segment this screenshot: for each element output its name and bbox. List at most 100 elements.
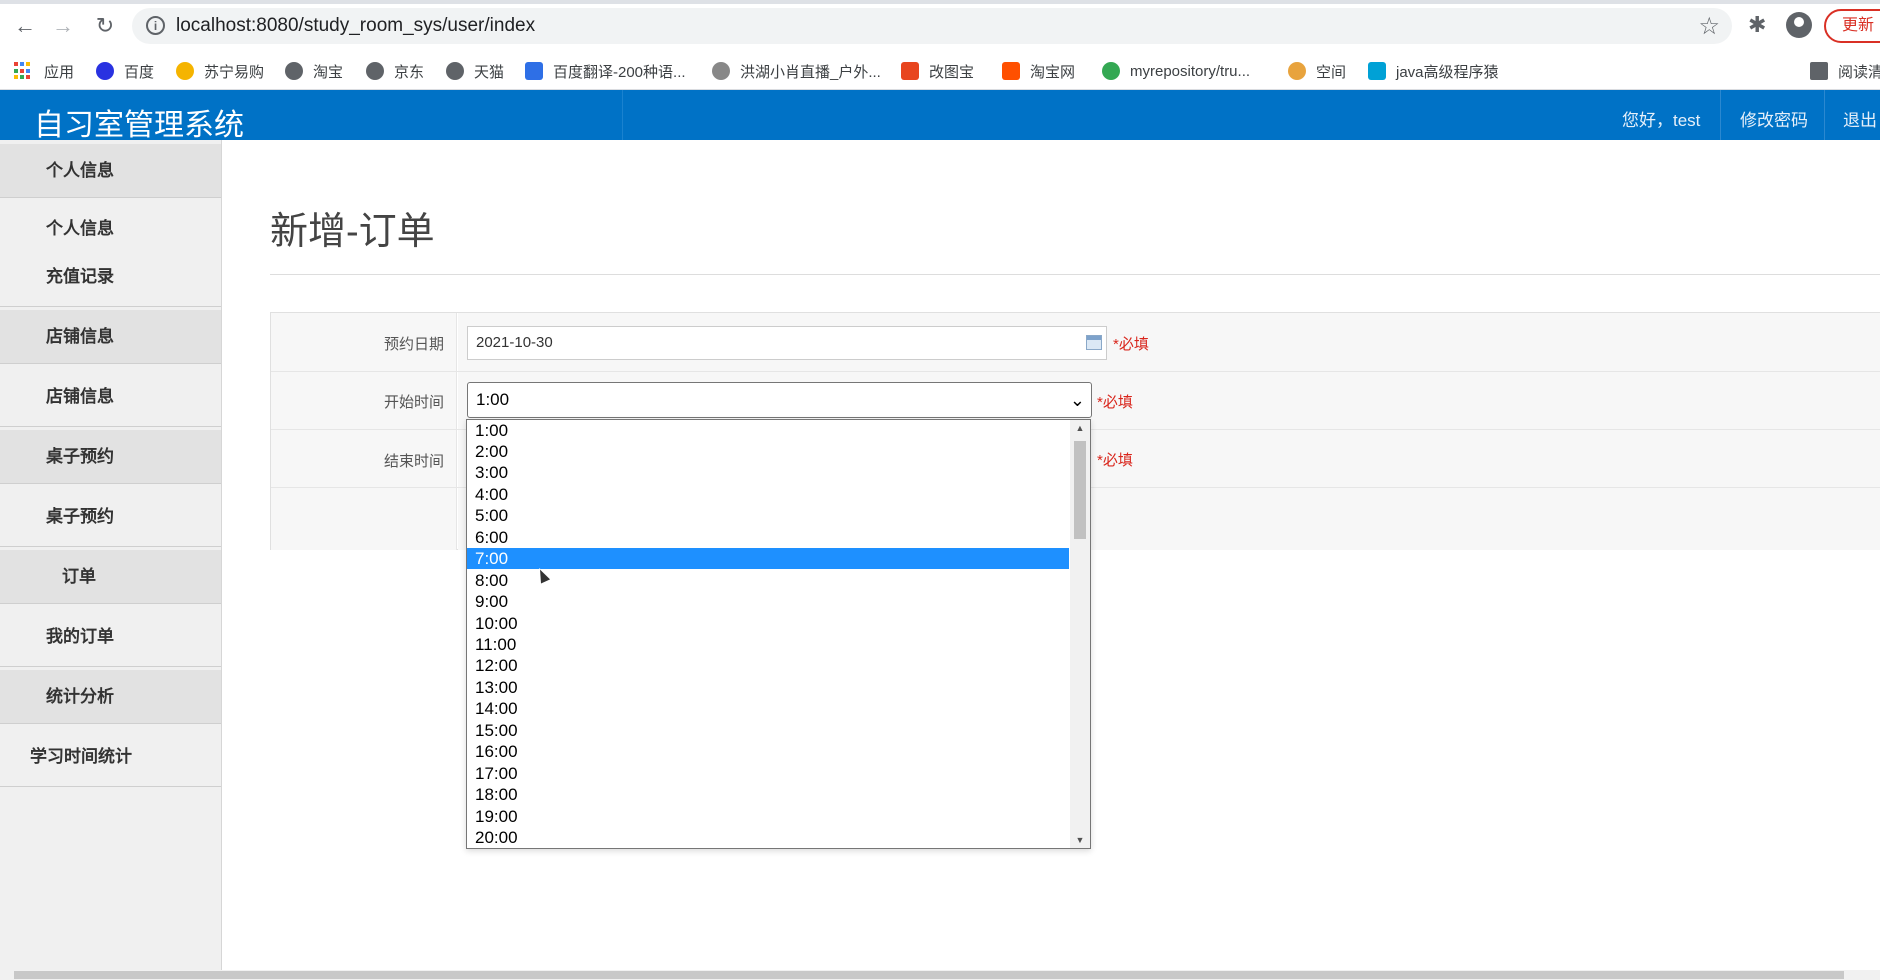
dropdown-scrollbar[interactable]: ▲ ▼ bbox=[1070, 420, 1090, 848]
date-value: 2021-10-30 bbox=[476, 334, 553, 351]
time-option[interactable]: 4:00 bbox=[467, 484, 1069, 505]
time-option[interactable]: 12:00 bbox=[467, 655, 1069, 676]
time-option[interactable]: 14:00 bbox=[467, 698, 1069, 719]
time-option-highlighted[interactable]: 7:00 bbox=[467, 548, 1069, 569]
bookmark-baidu[interactable]: 百度 bbox=[96, 60, 154, 82]
time-option[interactable]: 19:00 bbox=[467, 806, 1069, 827]
form-label-cell: 结束时间 bbox=[271, 430, 457, 487]
back-icon[interactable]: ← bbox=[10, 11, 40, 41]
time-option[interactable]: 8:00 bbox=[467, 570, 1069, 591]
sidebar-group-desk[interactable]: 桌子预约 bbox=[0, 430, 221, 484]
bookmark-java[interactable]: java高级程序猿 bbox=[1368, 60, 1499, 82]
required-mark: *必填 bbox=[1097, 452, 1133, 469]
time-option[interactable]: 1:00 bbox=[467, 420, 1069, 441]
bookmark-label: 应用 bbox=[44, 63, 75, 81]
time-option[interactable]: 17:00 bbox=[467, 763, 1069, 784]
bookmark-label: 百度翻译-200种语... bbox=[553, 63, 686, 81]
scrollbar-thumb[interactable] bbox=[14, 971, 1844, 979]
required-mark: *必填 bbox=[1113, 336, 1149, 353]
bookmark-label: 空间 bbox=[1316, 63, 1347, 81]
gaitubao-icon bbox=[901, 62, 919, 80]
browser-toolbar: ← → ↻ i localhost:8080/study_room_sys/us… bbox=[0, 0, 1880, 52]
change-password-link[interactable]: 修改密码 bbox=[1740, 106, 1808, 131]
scroll-up-arrow-icon[interactable]: ▲ bbox=[1070, 420, 1090, 436]
apps-grid-icon bbox=[14, 62, 32, 80]
bookmark-label: 苏宁易购 bbox=[204, 63, 265, 81]
required-mark: *必填 bbox=[1097, 394, 1133, 411]
time-option[interactable]: 16:00 bbox=[467, 741, 1069, 762]
start-time-label: 开始时间 bbox=[383, 394, 444, 411]
bookmark-myrepository[interactable]: myrepository/tru... bbox=[1102, 60, 1250, 82]
title-divider bbox=[270, 274, 1880, 275]
translate-icon bbox=[525, 62, 543, 80]
extensions-icon[interactable]: ✱ bbox=[1748, 12, 1766, 38]
bookmarks-bar: 应用 百度 苏宁易购 淘宝 京东 天猫 百度翻译-200种语... 洪湖小肖直播… bbox=[0, 52, 1880, 90]
profile-avatar-icon[interactable] bbox=[1786, 12, 1812, 38]
chevron-down-icon: ⌄ bbox=[1069, 390, 1085, 410]
sidebar-group-stats[interactable]: 统计分析 bbox=[0, 670, 221, 724]
sidebar-item-shop-info[interactable]: 店铺信息 bbox=[0, 377, 221, 417]
time-option[interactable]: 6:00 bbox=[467, 527, 1069, 548]
time-option[interactable]: 20:00 bbox=[467, 827, 1069, 848]
scrollbar-thumb[interactable] bbox=[1074, 441, 1086, 539]
time-option[interactable]: 2:00 bbox=[467, 441, 1069, 462]
scroll-down-arrow-icon[interactable]: ▼ bbox=[1070, 832, 1090, 848]
start-time-select[interactable]: 1:00 ⌄ bbox=[467, 382, 1092, 418]
bookmark-jd[interactable]: 京东 bbox=[366, 60, 424, 82]
sidebar-divider bbox=[0, 666, 221, 667]
sidebar-item-personal-info[interactable]: 个人信息 bbox=[0, 209, 221, 249]
bookmark-label: 洪湖小肖直播_户外... bbox=[740, 63, 881, 81]
bookmark-baidu-translate[interactable]: 百度翻译-200种语... bbox=[525, 60, 686, 82]
time-option[interactable]: 11:00 bbox=[467, 634, 1069, 655]
sidebar-group-shop[interactable]: 店铺信息 bbox=[0, 310, 221, 364]
sidebar: 个人信息 个人信息 充值记录 店铺信息 店铺信息 桌子预约 桌子预约 订单 我的… bbox=[0, 140, 222, 980]
time-option[interactable]: 13:00 bbox=[467, 677, 1069, 698]
logout-link[interactable]: 退出 bbox=[1843, 106, 1877, 131]
time-option[interactable]: 18:00 bbox=[467, 784, 1069, 805]
sidebar-divider bbox=[0, 546, 221, 547]
bookmark-live[interactable]: 洪湖小肖直播_户外... bbox=[712, 60, 881, 82]
bookmark-apps[interactable]: 应用 bbox=[14, 60, 74, 82]
form-label-cell bbox=[271, 488, 457, 550]
start-time-dropdown-list[interactable]: 1:00 2:00 3:00 4:00 5:00 6:00 7:00 8:00 … bbox=[466, 419, 1091, 849]
time-option[interactable]: 3:00 bbox=[467, 462, 1069, 483]
page-title: 新增-订单 bbox=[270, 211, 435, 253]
taobao-icon bbox=[1002, 62, 1020, 80]
date-input[interactable]: 2021-10-30 bbox=[467, 326, 1107, 360]
bookmark-reading-list[interactable]: 阅读清 bbox=[1810, 60, 1880, 82]
header-divider bbox=[1824, 90, 1825, 140]
address-bar[interactable]: i localhost:8080/study_room_sys/user/ind… bbox=[132, 8, 1732, 44]
globe-icon bbox=[446, 62, 464, 80]
bookmark-suning[interactable]: 苏宁易购 bbox=[176, 60, 264, 82]
bookmark-star-icon[interactable]: ☆ bbox=[1698, 12, 1720, 41]
url-text[interactable]: localhost:8080/study_room_sys/user/index bbox=[176, 15, 535, 37]
header-divider bbox=[1720, 90, 1721, 140]
bird-icon bbox=[712, 62, 730, 80]
time-option[interactable]: 15:00 bbox=[467, 720, 1069, 741]
time-option[interactable]: 10:00 bbox=[467, 613, 1069, 634]
bookmark-taobao[interactable]: 淘宝 bbox=[285, 60, 343, 82]
bookmark-gaitubao[interactable]: 改图宝 bbox=[901, 60, 974, 82]
time-option[interactable]: 5:00 bbox=[467, 505, 1069, 526]
bookmark-label: 阅读清 bbox=[1838, 63, 1880, 81]
sidebar-group-personal[interactable]: 个人信息 bbox=[0, 144, 221, 198]
bookmark-tmall[interactable]: 天猫 bbox=[446, 60, 504, 82]
calendar-icon[interactable] bbox=[1086, 335, 1102, 350]
sidebar-item-recharge[interactable]: 充值记录 bbox=[0, 257, 221, 297]
horizontal-scrollbar[interactable] bbox=[0, 970, 1880, 980]
form-row-date: 预约日期 2021-10-30 *必填 bbox=[271, 313, 1880, 372]
bookmark-taobaowang[interactable]: 淘宝网 bbox=[1002, 60, 1075, 82]
update-button[interactable]: 更新 bbox=[1824, 9, 1880, 43]
sidebar-group-orders[interactable]: 订单 bbox=[0, 550, 221, 604]
sidebar-item-my-orders[interactable]: 我的订单 bbox=[0, 617, 221, 657]
sidebar-item-study-time-stats[interactable]: 学习时间统计 bbox=[0, 737, 221, 777]
sidebar-item-desk-booking[interactable]: 桌子预约 bbox=[0, 497, 221, 537]
start-time-value: 1:00 bbox=[476, 390, 510, 409]
reload-icon[interactable]: ↻ bbox=[90, 11, 120, 41]
bookmark-label: 淘宝 bbox=[313, 63, 344, 81]
site-info-icon[interactable]: i bbox=[146, 16, 165, 35]
bookmark-space[interactable]: 空间 bbox=[1288, 60, 1346, 82]
time-option[interactable]: 9:00 bbox=[467, 591, 1069, 612]
forward-icon[interactable]: → bbox=[48, 11, 78, 41]
bookmark-label: java高级程序猿 bbox=[1396, 63, 1499, 81]
